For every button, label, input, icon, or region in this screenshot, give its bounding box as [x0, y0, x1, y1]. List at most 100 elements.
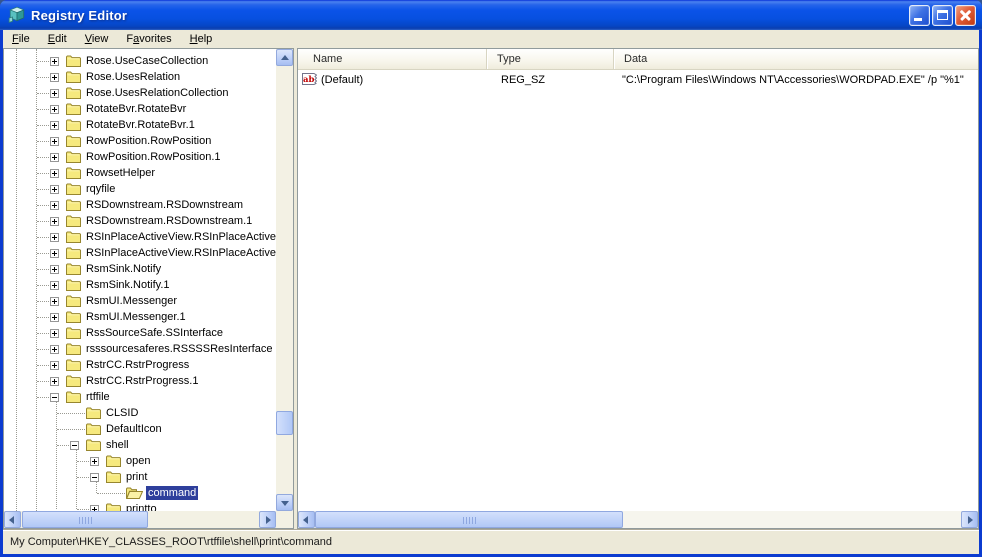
- tree-view[interactable]: Rose.UseCaseCollectionRose.UsesRelationR…: [4, 49, 276, 511]
- expand-plus-icon[interactable]: [50, 169, 66, 178]
- folder-icon: [66, 103, 81, 115]
- expand-plus-icon[interactable]: [50, 233, 66, 242]
- value-row[interactable]: ab(Default)REG_SZ"C:\Program Files\Windo…: [300, 72, 976, 88]
- tree-item-rsinplaceactiveview-rsinplaceactivev[interactable]: RSInPlaceActiveView.RSInPlaceActiveV: [4, 229, 276, 245]
- tree-item-rowsethelper[interactable]: RowsetHelper: [4, 165, 276, 181]
- left-arrow-icon: [303, 516, 308, 524]
- expand-plus-icon[interactable]: [50, 137, 66, 146]
- tree-item-rose-usecasecollection[interactable]: Rose.UseCaseCollection: [4, 53, 276, 69]
- menu-bar: FileEditViewFavoritesHelp: [3, 30, 979, 48]
- folder-icon: [66, 247, 81, 259]
- folder-icon: [66, 55, 81, 67]
- tree-item-rtffile[interactable]: rtffile: [4, 389, 276, 405]
- tree-item-rose-usesrelation[interactable]: Rose.UsesRelation: [4, 69, 276, 85]
- expand-plus-icon[interactable]: [50, 249, 66, 258]
- folder-icon: [86, 423, 101, 435]
- tree-item-label: RsmUI.Messenger: [84, 294, 179, 308]
- tree-item-printto[interactable]: printto: [4, 501, 276, 511]
- title-bar[interactable]: Registry Editor: [0, 0, 982, 30]
- close-button[interactable]: [955, 5, 976, 26]
- tree-item-label: printto: [124, 502, 159, 511]
- tree-item-rsssourcesafe-ssinterface[interactable]: RssSourceSafe.SSInterface: [4, 325, 276, 341]
- expand-plus-icon[interactable]: [50, 57, 66, 66]
- column-header-type[interactable]: Type: [487, 49, 614, 69]
- tree-item-rqyfile[interactable]: rqyfile: [4, 181, 276, 197]
- tree-item-label: RowPosition.RowPosition.1: [84, 150, 223, 164]
- tree-item-label: RSDownstream.RSDownstream.1: [84, 214, 254, 228]
- content-area: Rose.UseCaseCollectionRose.UsesRelationR…: [3, 48, 979, 529]
- expand-plus-icon[interactable]: [50, 361, 66, 370]
- folder-icon: [66, 343, 81, 355]
- tree-item-defaulticon[interactable]: DefaultIcon: [4, 421, 276, 437]
- right-arrow-icon: [266, 516, 271, 524]
- expand-plus-icon[interactable]: [50, 185, 66, 194]
- tree-item-rotatebvr-rotatebvr-1[interactable]: RotateBvr.RotateBvr.1: [4, 117, 276, 133]
- list-horizontal-scrollbar[interactable]: [298, 511, 978, 528]
- collapse-minus-icon[interactable]: [70, 441, 86, 450]
- expand-plus-icon[interactable]: [50, 217, 66, 226]
- expand-plus-icon[interactable]: [50, 377, 66, 386]
- expand-plus-icon[interactable]: [50, 121, 66, 130]
- expand-plus-icon[interactable]: [50, 281, 66, 290]
- tree-item-rsinplaceactiveview-rsinplaceactivev[interactable]: RSInPlaceActiveView.RSInPlaceActiveV: [4, 245, 276, 261]
- tree-item-shell[interactable]: shell: [4, 437, 276, 453]
- tree-item-rsmsink-notify[interactable]: RsmSink.Notify: [4, 261, 276, 277]
- tree-item-rotatebvr-rotatebvr[interactable]: RotateBvr.RotateBvr: [4, 101, 276, 117]
- tree-vertical-scrollbar[interactable]: [276, 49, 293, 511]
- folder-icon: [66, 391, 81, 403]
- tree-item-rstrcc-rstrprogress-1[interactable]: RstrCC.RstrProgress.1: [4, 373, 276, 389]
- expand-plus-icon[interactable]: [50, 313, 66, 322]
- scroll-left-button[interactable]: [4, 511, 21, 528]
- collapse-minus-icon[interactable]: [90, 473, 106, 482]
- horizontal-scroll-thumb[interactable]: [22, 511, 148, 528]
- tree-item-rowposition-rowposition-1[interactable]: RowPosition.RowPosition.1: [4, 149, 276, 165]
- column-header-data[interactable]: Data: [614, 49, 978, 69]
- tree-item-rose-usesrelationcollection[interactable]: Rose.UsesRelationCollection: [4, 85, 276, 101]
- scroll-right-button[interactable]: [961, 511, 978, 528]
- expand-plus-icon[interactable]: [50, 105, 66, 114]
- tree-item-rowposition-rowposition[interactable]: RowPosition.RowPosition: [4, 133, 276, 149]
- vertical-scroll-thumb[interactable]: [276, 411, 293, 435]
- menu-view[interactable]: View: [76, 31, 118, 48]
- column-header-name[interactable]: Name: [298, 49, 487, 69]
- expand-plus-icon[interactable]: [50, 265, 66, 274]
- scroll-left-button[interactable]: [298, 511, 315, 528]
- tree-item-clsid[interactable]: CLSID: [4, 405, 276, 421]
- tree-item-rstrcc-rstrprogress[interactable]: RstrCC.RstrProgress: [4, 357, 276, 373]
- expand-plus-icon[interactable]: [50, 89, 66, 98]
- expand-plus-icon[interactable]: [90, 457, 106, 466]
- tree-item-rsdownstream-rsdownstream-1[interactable]: RSDownstream.RSDownstream.1: [4, 213, 276, 229]
- app-icon: [8, 6, 26, 24]
- menu-file[interactable]: File: [3, 31, 39, 48]
- horizontal-scroll-thumb[interactable]: [315, 511, 623, 528]
- expand-plus-icon[interactable]: [50, 153, 66, 162]
- maximize-button[interactable]: [932, 5, 953, 26]
- expand-plus-icon[interactable]: [50, 345, 66, 354]
- menu-favorites[interactable]: Favorites: [117, 31, 180, 48]
- registry-editor-window: Registry Editor FileEditViewFavoritesHel…: [0, 0, 982, 557]
- tree-item-label: DefaultIcon: [104, 422, 164, 436]
- tree-horizontal-scrollbar[interactable]: [4, 511, 276, 528]
- scroll-right-button[interactable]: [259, 511, 276, 528]
- tree-item-rsmui-messenger[interactable]: RsmUI.Messenger: [4, 293, 276, 309]
- expand-plus-icon[interactable]: [50, 73, 66, 82]
- expand-plus-icon[interactable]: [50, 329, 66, 338]
- scroll-up-button[interactable]: [276, 49, 293, 66]
- collapse-minus-icon[interactable]: [50, 393, 66, 402]
- tree-item-rsdownstream-rsdownstream[interactable]: RSDownstream.RSDownstream: [4, 197, 276, 213]
- tree-item-command[interactable]: command: [4, 485, 276, 501]
- expand-plus-icon[interactable]: [50, 297, 66, 306]
- tree-item-rsssourcesaferes-rssssresinterface[interactable]: rsssourcesaferes.RSSSSResInterface: [4, 341, 276, 357]
- tree-item-label: RowPosition.RowPosition: [84, 134, 213, 148]
- expand-plus-icon[interactable]: [50, 201, 66, 210]
- menu-help[interactable]: Help: [181, 31, 222, 48]
- tree-item-rsmui-messenger-1[interactable]: RsmUI.Messenger.1: [4, 309, 276, 325]
- folder-icon: [66, 135, 81, 147]
- tree-item-print[interactable]: print: [4, 469, 276, 485]
- minimize-button[interactable]: [909, 5, 930, 26]
- up-arrow-icon: [281, 55, 289, 60]
- tree-item-rsmsink-notify-1[interactable]: RsmSink.Notify.1: [4, 277, 276, 293]
- tree-item-open[interactable]: open: [4, 453, 276, 469]
- menu-edit[interactable]: Edit: [39, 31, 76, 48]
- scroll-down-button[interactable]: [276, 494, 293, 511]
